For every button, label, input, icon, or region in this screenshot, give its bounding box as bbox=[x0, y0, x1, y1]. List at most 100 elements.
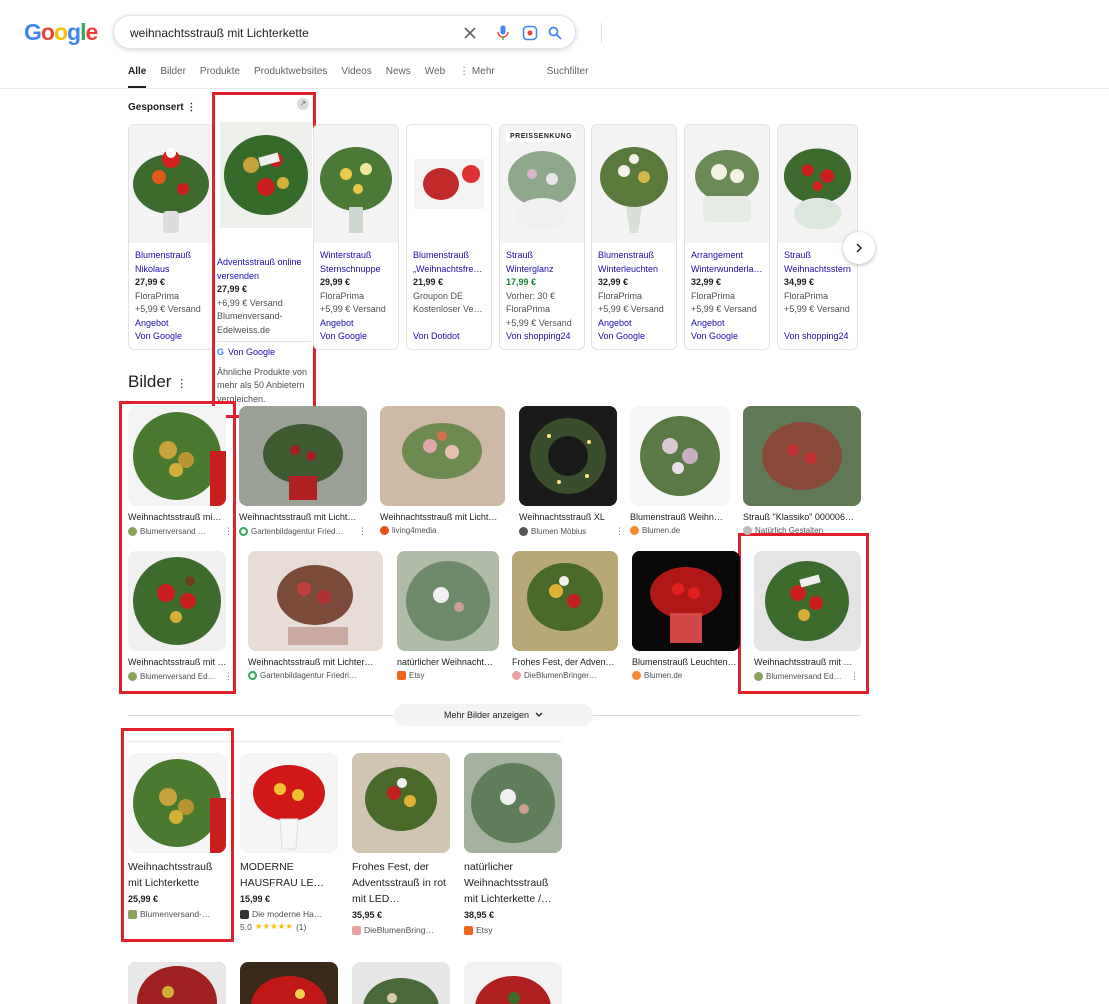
shopping-card[interactable]: natürlicher Weihnachtsstrauß mit Lichter… bbox=[464, 753, 562, 935]
product-image[interactable] bbox=[129, 125, 213, 243]
image-thumbnail[interactable] bbox=[512, 551, 618, 651]
product-via[interactable]: Von Google bbox=[135, 330, 208, 344]
product-via[interactable]: Von Dotidot bbox=[413, 330, 486, 344]
search-input[interactable]: weihnachtsstrauß mit Lichterkette bbox=[130, 26, 309, 40]
product-image[interactable] bbox=[240, 753, 338, 853]
tab-alle[interactable]: Alle bbox=[128, 66, 147, 88]
image-thumbnail[interactable] bbox=[743, 406, 861, 506]
tab-web[interactable]: Web bbox=[425, 66, 445, 88]
more-vert-icon[interactable]: ⋮ bbox=[615, 526, 624, 537]
product-name[interactable]: Strauß Weihnachtsstern bbox=[784, 249, 852, 276]
filter-button[interactable]: Suchfilter bbox=[547, 66, 589, 88]
image-caption[interactable]: Weihnachtsstrauß XL bbox=[519, 512, 619, 522]
image-caption[interactable]: Blumenstrauß Weihn… bbox=[630, 512, 727, 522]
product-image[interactable] bbox=[220, 122, 312, 228]
image-thumbnail[interactable] bbox=[248, 551, 383, 651]
product-image[interactable] bbox=[407, 125, 491, 243]
product-image[interactable]: PREISSENKUNG bbox=[500, 125, 584, 243]
compare-note[interactable]: Ähnliche Produkte von mehr als 50 Anbiet… bbox=[217, 366, 311, 407]
image-thumbnail[interactable] bbox=[754, 551, 861, 651]
product-name[interactable]: Blumenstrauß Nikolaus bbox=[135, 249, 208, 276]
image-thumbnail[interactable] bbox=[397, 551, 499, 651]
product-image[interactable] bbox=[128, 753, 226, 853]
external-link-icon[interactable]: ↗ bbox=[297, 98, 309, 110]
product-image[interactable] bbox=[685, 125, 769, 243]
image-result[interactable]: Weihnachtsstrauß mit r… Blumenversand Ed… bbox=[128, 551, 238, 682]
product-image[interactable] bbox=[778, 125, 857, 243]
product-name[interactable]: Adventsstrauß online versenden bbox=[217, 256, 311, 283]
tab-news[interactable]: News bbox=[386, 66, 411, 88]
more-vert-icon[interactable]: ⋮ bbox=[850, 671, 859, 682]
image-caption[interactable]: Weihnachtsstrauß mit Lichter… bbox=[248, 657, 380, 667]
image-result[interactable]: Weihnachtsstrauß mi… Blumenversand … ⋮ bbox=[128, 406, 238, 537]
image-caption[interactable]: Weihnachtsstrauß mit … bbox=[754, 657, 858, 667]
image-caption[interactable]: Weihnachtsstrauß mit r… bbox=[128, 657, 228, 667]
image-result[interactable]: natürlicher Weihnacht… Etsy bbox=[397, 551, 499, 680]
image-thumbnail[interactable] bbox=[630, 406, 730, 506]
more-images-button[interactable]: Mehr Bilder anzeigen bbox=[394, 704, 593, 726]
image-result[interactable]: Blumenstrauß Leuchten… Blumen.de bbox=[632, 551, 740, 680]
product-card[interactable]: Winterstrauß Sternschnuppe 29,99 € Flora… bbox=[313, 124, 399, 350]
image-result[interactable]: Weihnachtsstrauß mit Lichter… Gartenbild… bbox=[248, 551, 383, 680]
product-name[interactable]: Blumenstrauß Winterleuchten bbox=[598, 249, 671, 276]
image-caption[interactable]: natürlicher Weihnacht… bbox=[397, 657, 497, 667]
product-title[interactable]: Frohes Fest, der Adventsstrauß in rot mi… bbox=[352, 859, 450, 907]
image-result[interactable]: Weihnachtsstrauß XL Blumen Möbius ⋮ bbox=[519, 406, 624, 537]
image-result[interactable]: Frohes Fest, der Adven… DieBlumenBringer… bbox=[512, 551, 618, 680]
product-image[interactable] bbox=[352, 962, 450, 1004]
product-via[interactable]: Von Google bbox=[598, 330, 671, 344]
product-image[interactable] bbox=[464, 753, 562, 853]
more-vert-icon[interactable]: ⋮ bbox=[186, 102, 196, 113]
product-card[interactable]: PREISSENKUNG Strauß Winterglanz 17,99 € … bbox=[499, 124, 585, 350]
shopping-card[interactable]: MODERNE HAUSFRAU LE… 15,99 € Die moderne… bbox=[240, 753, 338, 932]
product-name[interactable]: Arrangement Winterwunderla… bbox=[691, 249, 764, 276]
product-title[interactable]: natürlicher Weihnachtsstrauß mit Lichter… bbox=[464, 859, 562, 907]
image-caption[interactable]: Weihnachtsstrauß mi… bbox=[128, 512, 228, 522]
more-vert-icon[interactable]: ⋮ bbox=[224, 671, 233, 682]
product-name[interactable]: Strauß Winterglanz bbox=[506, 249, 579, 276]
product-name[interactable]: Winterstrauß Sternschnuppe bbox=[320, 249, 393, 276]
more-vert-icon[interactable]: ⋮ bbox=[358, 526, 367, 537]
image-caption[interactable]: Weihnachtsstrauß mit Licht… bbox=[239, 512, 364, 522]
image-caption[interactable]: Blumenstrauß Leuchten… bbox=[632, 657, 737, 667]
product-via[interactable]: Von shopping24 bbox=[784, 330, 852, 344]
microphone-icon[interactable] bbox=[494, 24, 512, 42]
search-icon[interactable] bbox=[546, 24, 564, 42]
image-result[interactable]: Weihnachtsstrauß mit Licht… living4media bbox=[380, 406, 505, 535]
lens-icon[interactable] bbox=[521, 24, 539, 42]
image-caption[interactable]: Strauß "Klassiko" 000006… bbox=[743, 512, 858, 522]
product-title[interactable]: Weihnachtsstrauß mit Lichterkette bbox=[128, 859, 226, 891]
image-thumbnail[interactable] bbox=[632, 551, 740, 651]
product-card-highlighted[interactable]: ↗ Adventsstrauß online versenden 27,99 €… bbox=[212, 92, 316, 418]
product-image[interactable] bbox=[240, 962, 338, 1004]
product-title[interactable]: MODERNE HAUSFRAU LE… bbox=[240, 859, 338, 891]
tab-bilder[interactable]: Bilder bbox=[160, 66, 186, 88]
shopping-card[interactable]: Weihnachtsstrauß mit Lichterkette 25,99 … bbox=[128, 753, 226, 919]
tab-produktwebsites[interactable]: Produktwebsites bbox=[254, 66, 327, 88]
tab-produkte[interactable]: Produkte bbox=[200, 66, 240, 88]
image-caption[interactable]: Weihnachtsstrauß mit Licht… bbox=[380, 512, 502, 522]
shopping-card[interactable]: Frohes Fest, der Adventsstrauß in rot mi… bbox=[352, 753, 450, 935]
product-via[interactable]: Von shopping24 bbox=[506, 330, 579, 344]
image-result[interactable]: Strauß "Klassiko" 000006… Natürlich Gest… bbox=[743, 406, 861, 535]
search-box[interactable]: weihnachtsstrauß mit Lichterkette bbox=[113, 15, 602, 49]
image-thumbnail[interactable] bbox=[380, 406, 505, 506]
product-name[interactable]: Blumenstrauß „Weihnachtsfre… bbox=[413, 249, 486, 276]
image-result[interactable]: Weihnachtsstrauß mit … Blumenversand Ed…… bbox=[754, 551, 861, 682]
clear-icon[interactable] bbox=[461, 24, 479, 42]
product-image[interactable] bbox=[314, 125, 398, 243]
product-card[interactable]: Arrangement Winterwunderla… 32,99 € Flor… bbox=[684, 124, 770, 350]
product-card[interactable]: Blumenstrauß „Weihnachtsfre… 21,99 € Gro… bbox=[406, 124, 492, 350]
tab-videos[interactable]: Videos bbox=[341, 66, 371, 88]
image-thumbnail[interactable] bbox=[128, 551, 226, 651]
product-via[interactable]: G Von Google bbox=[217, 346, 311, 360]
product-image[interactable] bbox=[128, 962, 226, 1004]
product-via[interactable]: Von Google bbox=[691, 330, 764, 344]
image-thumbnail[interactable] bbox=[519, 406, 617, 506]
product-via[interactable]: Von Google bbox=[320, 330, 393, 344]
product-image[interactable] bbox=[592, 125, 676, 243]
tab-mehr[interactable]: ⋮ Mehr bbox=[459, 66, 495, 88]
next-arrow-button[interactable] bbox=[843, 232, 875, 264]
product-card[interactable]: Blumenstrauß Winterleuchten 32,99 € Flor… bbox=[591, 124, 677, 350]
image-result[interactable]: Blumenstrauß Weihn… Blumen.de bbox=[630, 406, 730, 535]
